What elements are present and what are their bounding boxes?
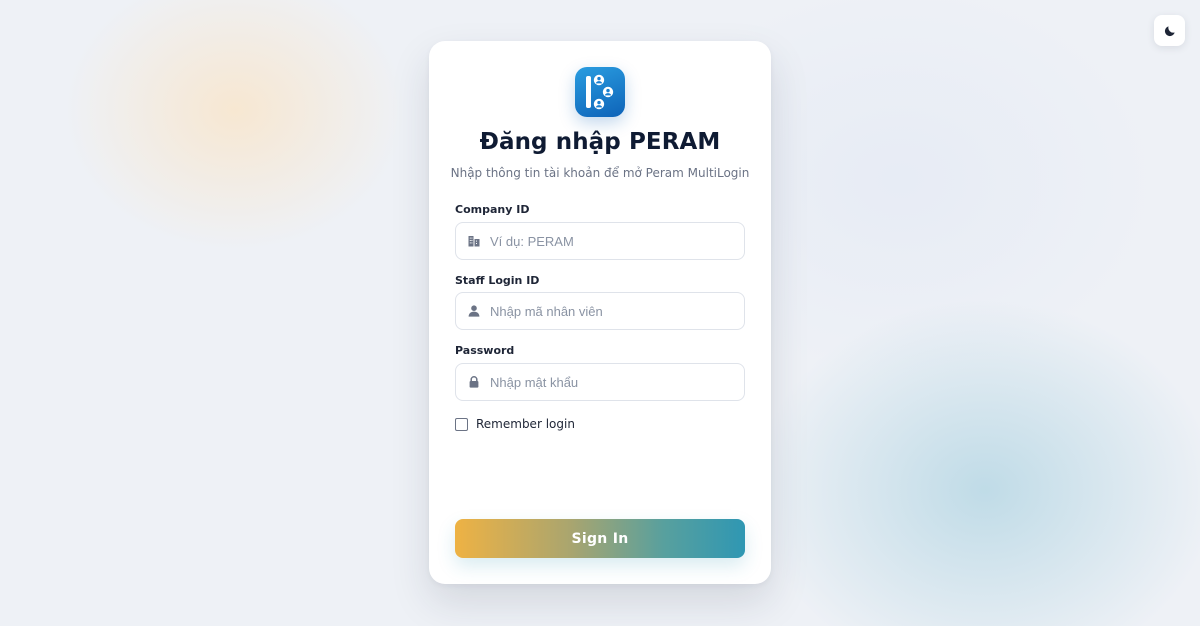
password-field[interactable] bbox=[455, 363, 745, 401]
user-icon bbox=[468, 305, 480, 317]
remember-login[interactable]: Remember login bbox=[455, 417, 575, 431]
login-card: Đăng nhập PERAM Nhập thông tin tài khoản… bbox=[429, 41, 771, 584]
sign-in-button[interactable]: Sign In bbox=[455, 519, 745, 558]
page-subtitle: Nhập thông tin tài khoản để mở Peram Mul… bbox=[450, 166, 750, 180]
remember-login-checkbox[interactable] bbox=[455, 417, 468, 431]
peram-logo bbox=[575, 67, 625, 117]
company-id-field[interactable] bbox=[455, 222, 745, 260]
staff-login-id-label: Staff Login ID bbox=[455, 274, 540, 287]
password-input[interactable] bbox=[490, 364, 736, 400]
password-label: Password bbox=[455, 344, 515, 357]
remember-login-label: Remember login bbox=[476, 417, 575, 431]
staff-login-id-input[interactable] bbox=[490, 293, 736, 329]
company-id-input[interactable] bbox=[490, 223, 736, 259]
lock-icon bbox=[469, 376, 479, 388]
theme-toggle-button[interactable] bbox=[1154, 15, 1185, 46]
page-title: Đăng nhập PERAM bbox=[479, 129, 721, 155]
moon-icon bbox=[1164, 25, 1175, 36]
building-icon bbox=[468, 236, 480, 247]
staff-login-id-field[interactable] bbox=[455, 292, 745, 330]
company-id-label: Company ID bbox=[455, 203, 530, 216]
